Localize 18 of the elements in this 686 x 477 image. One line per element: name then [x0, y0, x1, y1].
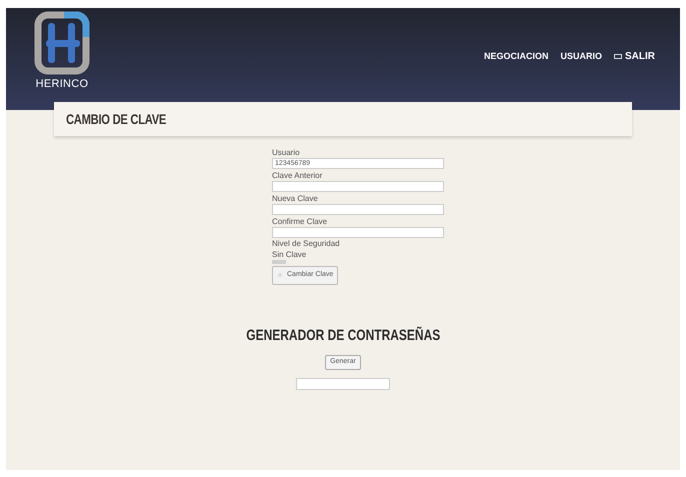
- input-field[interactable]: [272, 204, 444, 215]
- field-label: Clave Anterior: [272, 170, 324, 181]
- input-field[interactable]: [272, 227, 444, 238]
- strength-label: Nivel de Seguridad: [272, 238, 341, 249]
- input-field[interactable]: [272, 181, 444, 192]
- strength-meter: [272, 260, 286, 264]
- logout-link[interactable]: SALIR: [614, 49, 655, 64]
- exit-icon: [614, 54, 622, 59]
- field-label: Usuario: [272, 147, 301, 158]
- page-title: CAMBIO DE CLAVE: [66, 110, 166, 128]
- strength-value: Sin Clave: [272, 249, 308, 260]
- logo-text: HERINCO: [36, 79, 88, 90]
- field-label: Nueva Clave: [272, 193, 319, 204]
- section-title: GENERADOR DE CONTRASEÑAS: [246, 326, 440, 346]
- nav-link[interactable]: NEGOCIACION: [484, 50, 548, 64]
- password-output-field[interactable]: [296, 378, 390, 390]
- nav-link[interactable]: USUARIO: [560, 50, 602, 64]
- field-label: Confirme Clave: [272, 216, 328, 227]
